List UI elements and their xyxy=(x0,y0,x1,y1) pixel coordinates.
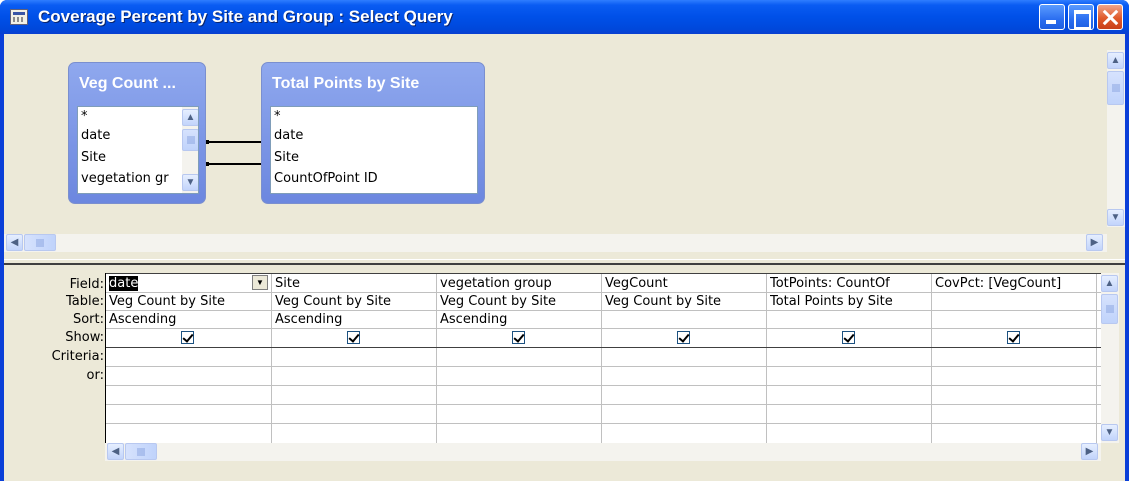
show-checkbox-0[interactable] xyxy=(181,331,194,344)
field-list-total-points[interactable]: Total Points by Site * date Site CountOf… xyxy=(261,62,485,204)
scroll-up-icon[interactable]: ▲ xyxy=(182,109,198,126)
scroll-left-icon[interactable]: ◀ xyxy=(6,234,23,251)
field-list-title: Total Points by Site xyxy=(272,75,420,92)
grid-cell-table-4[interactable]: Total Points by Site xyxy=(770,294,893,309)
grid-hscrollbar[interactable]: ◀ ▶ xyxy=(105,443,1101,461)
show-checkbox-2[interactable] xyxy=(512,331,525,344)
field-item[interactable]: Site xyxy=(274,150,299,165)
grid-cell-field-3[interactable]: VegCount xyxy=(605,276,668,291)
scroll-right-icon[interactable]: ▶ xyxy=(1086,234,1103,251)
minimize-button[interactable] xyxy=(1039,4,1065,30)
field-item[interactable]: date xyxy=(274,128,303,143)
row-label-show: Show: xyxy=(65,330,104,345)
table-pane-vscrollbar[interactable]: ▲ ▼ xyxy=(1107,50,1125,227)
field-item[interactable]: * xyxy=(274,109,281,124)
field-item[interactable]: * xyxy=(81,109,88,124)
grid-cell-field-4[interactable]: TotPoints: CountOf xyxy=(770,276,928,291)
show-checkbox-1[interactable] xyxy=(347,331,360,344)
grid-cell-field-5[interactable]: CovPct: [VegCount] xyxy=(935,276,1093,291)
scroll-thumb[interactable] xyxy=(1101,294,1118,324)
query-icon[interactable] xyxy=(10,9,28,25)
join-line-site[interactable] xyxy=(206,162,264,166)
window-title: Coverage Percent by Site and Group : Sel… xyxy=(38,7,453,26)
scroll-down-icon[interactable]: ▼ xyxy=(1101,424,1118,441)
field-list-veg-count[interactable]: Veg Count ... * date Site vegetation gr … xyxy=(68,62,206,204)
show-checkbox-4[interactable] xyxy=(842,331,855,344)
join-line-date[interactable] xyxy=(206,140,264,144)
scroll-left-icon[interactable]: ◀ xyxy=(107,443,124,460)
scroll-right-icon[interactable]: ▶ xyxy=(1081,443,1098,460)
row-label-field: Field: xyxy=(69,277,104,292)
row-label-criteria: Criteria: xyxy=(51,349,104,364)
row-label-sort: Sort: xyxy=(72,312,104,327)
title-bar[interactable]: Coverage Percent by Site and Group : Sel… xyxy=(0,0,1129,34)
scroll-thumb[interactable] xyxy=(125,443,157,460)
scroll-down-icon[interactable]: ▼ xyxy=(182,174,198,191)
scroll-up-icon[interactable]: ▲ xyxy=(1107,52,1124,69)
grid-cell-sort-2[interactable]: Ascending xyxy=(440,312,507,327)
field-list-title: Veg Count ... xyxy=(79,75,176,92)
grid-vscrollbar[interactable]: ▲ ▼ xyxy=(1101,273,1119,443)
scroll-thumb[interactable] xyxy=(24,234,56,251)
table-pane-hscrollbar[interactable]: ◀ ▶ xyxy=(4,234,1107,252)
design-grid[interactable]: date ▼ Veg Count by Site Ascending Site … xyxy=(105,273,1102,443)
scroll-thumb[interactable] xyxy=(1107,71,1124,105)
grid-cell-table-0[interactable]: Veg Count by Site xyxy=(109,294,225,309)
field-dropdown-arrow-icon[interactable]: ▼ xyxy=(252,275,268,290)
field-item[interactable]: vegetation gr xyxy=(81,171,169,186)
scroll-down-icon[interactable]: ▼ xyxy=(1107,209,1124,226)
query-design-area: Veg Count ... * date Site vegetation gr … xyxy=(4,34,1125,481)
grid-cell-sort-0[interactable]: Ascending xyxy=(109,312,176,327)
field-list-box[interactable]: * date Site vegetation gr ▲ ▼ xyxy=(77,106,199,194)
grid-cell-field-2[interactable]: vegetation group xyxy=(440,276,552,291)
grid-cell-field-0[interactable]: date xyxy=(109,276,139,291)
show-checkbox-3[interactable] xyxy=(677,331,690,344)
grid-cell-table-2[interactable]: Veg Count by Site xyxy=(440,294,556,309)
row-label-table: Table: xyxy=(66,294,104,309)
grid-cell-field-1[interactable]: Site xyxy=(275,276,300,291)
maximize-button[interactable] xyxy=(1068,4,1094,30)
field-item[interactable]: date xyxy=(81,128,110,143)
design-grid-pane: Field: Table: Sort: Show: Criteria: or: xyxy=(4,265,1125,481)
scroll-thumb[interactable] xyxy=(182,129,198,151)
scroll-up-icon[interactable]: ▲ xyxy=(1101,275,1118,292)
query-window: Coverage Percent by Site and Group : Sel… xyxy=(0,0,1129,481)
close-button[interactable] xyxy=(1097,4,1123,30)
field-list-box[interactable]: * date Site CountOfPoint ID xyxy=(270,106,478,194)
grid-cell-table-3[interactable]: Veg Count by Site xyxy=(605,294,721,309)
row-label-or: or: xyxy=(86,368,104,383)
grid-cell-sort-1[interactable]: Ascending xyxy=(275,312,342,327)
field-item[interactable]: CountOfPoint ID xyxy=(274,171,378,186)
table-pane: Veg Count ... * date Site vegetation gr … xyxy=(4,34,1125,259)
grid-cell-table-1[interactable]: Veg Count by Site xyxy=(275,294,391,309)
field-list-scrollbar[interactable]: ▲ ▼ xyxy=(182,107,198,193)
field-item[interactable]: Site xyxy=(81,150,106,165)
show-checkbox-5[interactable] xyxy=(1007,331,1020,344)
